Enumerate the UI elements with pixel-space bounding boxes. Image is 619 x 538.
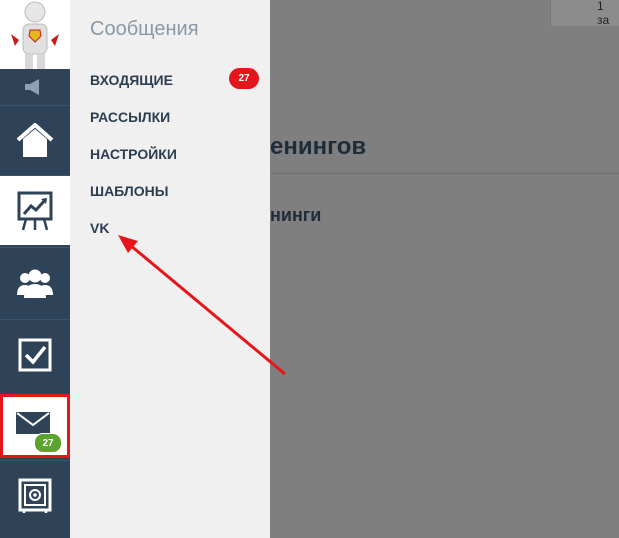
avatar[interactable] — [0, 0, 70, 69]
sidebar: 27 — [0, 0, 70, 538]
menu-item-templates[interactable]: ШАБЛОНЫ — [90, 183, 168, 199]
inbox-count-badge: 27 — [229, 68, 259, 89]
checkbox-icon — [18, 338, 52, 371]
users-group-icon — [17, 269, 53, 298]
menu-item-vk[interactable]: VK — [90, 220, 109, 236]
messages-menu: Сообщения ВХОДЯЩИЕ 27 РАССЫЛКИ НАСТРОЙКИ… — [70, 0, 270, 538]
menu-title: Сообщения — [90, 18, 199, 40]
menu-item-mailings[interactable]: РАССЫЛКИ — [90, 109, 170, 125]
messages-count-badge: 27 — [34, 433, 62, 453]
sidebar-item-safe[interactable] — [0, 460, 70, 530]
divider — [270, 173, 619, 174]
menu-item-settings[interactable]: НАСТРОЙКИ — [90, 146, 177, 162]
superhero-avatar-icon — [11, 1, 59, 69]
section-title: нинги — [270, 205, 322, 225]
sidebar-item-messages[interactable]: 27 — [0, 394, 70, 458]
pagination-info: 1 за — [550, 0, 619, 27]
sidebar-item-home[interactable] — [0, 105, 70, 175]
chart-board-icon — [17, 191, 53, 230]
home-icon — [16, 122, 54, 157]
sidebar-item-users[interactable] — [0, 247, 70, 317]
safe-icon — [18, 478, 52, 513]
menu-item-inbox[interactable]: ВХОДЯЩИЕ — [90, 72, 173, 88]
page-title: енингов — [270, 133, 367, 160]
speaker-icon — [25, 79, 39, 95]
sidebar-item-tasks[interactable] — [0, 319, 70, 389]
sidebar-item-announcements[interactable] — [0, 69, 70, 105]
sidebar-item-analytics[interactable] — [0, 175, 70, 245]
